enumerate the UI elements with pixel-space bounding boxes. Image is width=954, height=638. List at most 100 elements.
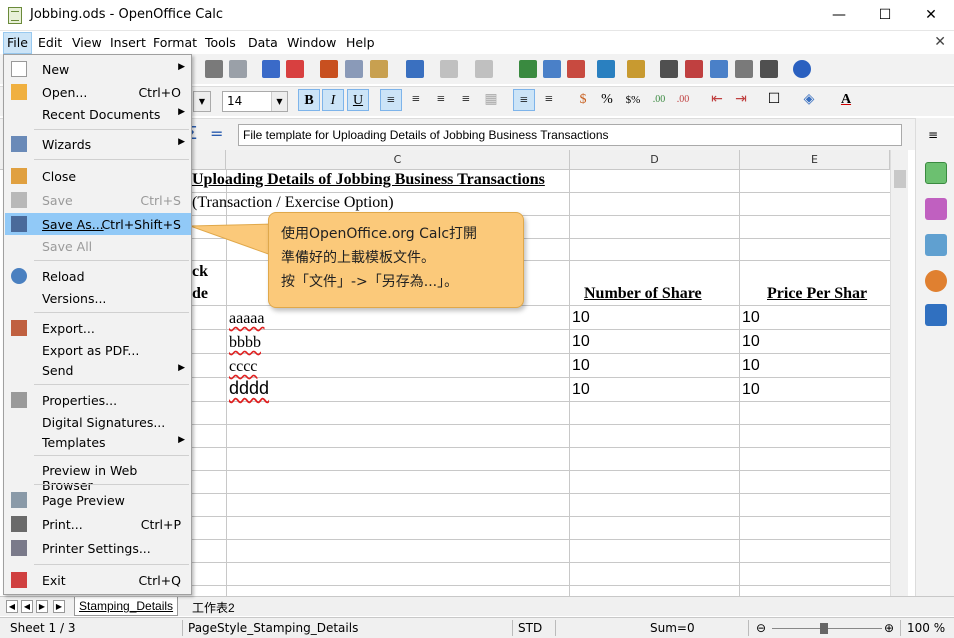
column-header-c[interactable]: C [226,150,570,170]
chart-icon[interactable] [597,60,615,78]
header-partial-cell-1[interactable]: ck [192,263,208,281]
first-sheet-icon[interactable]: ◀ [6,600,18,613]
header-partial-cell-2[interactable]: de [192,285,208,303]
underline-button[interactable]: U [347,89,369,111]
add-decimal-icon[interactable]: .00 [648,89,670,111]
sort-ascending-icon[interactable] [543,60,561,78]
zoom-in-icon[interactable]: ⊕ [884,621,894,635]
close-window-button[interactable]: ✕ [908,0,954,31]
navigator-panel-icon[interactable] [925,270,947,292]
cell-d-row3[interactable]: 10 [572,357,590,375]
find-replace-icon[interactable] [660,60,678,78]
cell-e-row4[interactable]: 10 [742,381,760,399]
menu-edit[interactable]: Edit [38,35,62,50]
menu-format[interactable]: Format [153,35,197,50]
font-name-dropdown-icon[interactable]: ▼ [193,91,211,112]
spellcheck-icon[interactable] [262,60,280,78]
justify-button[interactable]: ≡ [455,89,477,111]
menu-item-reload[interactable]: Reload [5,265,191,287]
tab-sheet2[interactable]: 工作表2 [188,597,239,616]
cell-c-row1[interactable]: aaaaa [229,310,265,328]
status-selection-mode[interactable]: STD [518,621,542,635]
menu-tools[interactable]: Tools [205,35,236,50]
navigator-icon[interactable] [519,60,537,78]
menu-item-print[interactable]: Print... Ctrl+P [5,513,191,535]
menu-insert[interactable]: Insert [110,35,146,50]
align-right-button[interactable]: ≡ [430,89,452,111]
autospellcheck-icon[interactable] [286,60,304,78]
tab-stamping-details[interactable]: Stamping_Details [74,597,179,616]
menu-item-save-all[interactable]: Save All [5,235,191,257]
print-icon[interactable] [205,60,223,78]
menu-item-exit[interactable]: Exit Ctrl+Q [5,569,191,591]
menu-item-export-pdf[interactable]: Export as PDF... [5,339,191,361]
clone-formatting-icon[interactable] [406,60,424,78]
menu-item-wizards[interactable]: Wizards ▶ [5,133,191,155]
header-number-of-share[interactable]: Number of Share [584,285,702,303]
font-size-dropdown-icon[interactable]: ▼ [271,92,287,111]
borders-icon[interactable]: ☐ [763,89,785,111]
currency-format-icon[interactable]: $ [572,89,594,111]
last-sheet-icon[interactable]: ▶ [53,600,65,613]
vertical-scrollbar[interactable] [890,150,908,596]
sheet-subtitle-cell[interactable]: (Transaction / Exercise Option) [192,194,394,212]
menu-item-new[interactable]: New ▶ [5,58,191,80]
menu-item-save-as[interactable]: Save As... Ctrl+Shift+S [5,213,191,235]
bold-button[interactable]: B [298,89,320,111]
cell-c-row4[interactable]: dddd [229,378,269,399]
menu-item-recent[interactable]: Recent Documents ▶ [5,103,191,125]
functions-panel-icon[interactable] [925,304,947,326]
menu-item-digital-signatures[interactable]: Digital Signatures... [5,411,191,433]
menu-item-send[interactable]: Send ▶ [5,359,191,381]
background-color-icon[interactable]: ◈ [798,89,820,111]
increase-indent-icon[interactable]: ⇥ [730,89,752,111]
menu-item-open[interactable]: Open... Ctrl+O [5,81,191,103]
sheet-title-cell[interactable]: Uploading Details of Jobbing Business Tr… [192,171,545,189]
menu-item-versions[interactable]: Versions... [5,287,191,309]
copy-icon[interactable] [345,60,363,78]
menu-item-export[interactable]: Export... [5,317,191,339]
merge-cells-icon[interactable]: ▦ [480,89,502,111]
column-header-e[interactable]: E [740,150,890,170]
function-icon[interactable]: = [210,124,223,143]
help-icon[interactable] [793,60,811,78]
properties-panel-icon[interactable] [925,162,947,184]
menu-file[interactable]: File [3,32,32,54]
data-sources-icon[interactable] [735,60,753,78]
zoom-out-icon[interactable]: ⊖ [756,621,766,635]
vertical-scroll-thumb[interactable] [894,170,906,188]
percent-format-icon[interactable]: % [596,89,618,111]
formula-input[interactable]: File template for Uploading Details of J… [238,124,902,146]
menu-window[interactable]: Window [287,35,336,50]
menu-item-close[interactable]: Close [5,165,191,187]
zoom-level[interactable]: 100 % [907,621,945,635]
align-center-vertical-button[interactable]: ≡ [538,89,560,111]
menu-item-preview-web[interactable]: Preview in Web Browser [5,459,191,493]
maximize-button[interactable]: ☐ [862,0,908,31]
header-price-per-share[interactable]: Price Per Shar [767,285,867,303]
cell-c-row3[interactable]: cccc [229,358,257,376]
cell-e-row2[interactable]: 10 [742,333,760,351]
menu-help[interactable]: Help [346,35,375,50]
cell-d-row1[interactable]: 10 [572,309,590,327]
sidebar-menu-icon[interactable]: ≡ [928,128,938,142]
paste-icon[interactable] [370,60,388,78]
menu-item-page-preview[interactable]: Page Preview [5,489,191,511]
cell-e-row3[interactable]: 10 [742,357,760,375]
cell-d-row4[interactable]: 10 [572,381,590,399]
delete-decimal-icon[interactable]: .00 [672,89,694,111]
font-size-field[interactable]: 14 ▼ [222,91,288,112]
gallery-panel-icon[interactable] [925,234,947,256]
italic-button[interactable]: I [322,89,344,111]
cut-icon[interactable] [320,60,338,78]
menu-view[interactable]: View [72,35,102,50]
cell-c-row2[interactable]: bbbb [229,334,261,352]
font-color-icon[interactable]: A [835,89,857,111]
align-left-button[interactable]: ≡ [380,89,402,111]
styles-panel-icon[interactable] [925,198,947,220]
align-top-button[interactable]: ≡ [513,89,535,111]
prev-sheet-icon[interactable]: ◀ [21,600,33,613]
next-sheet-icon[interactable]: ▶ [36,600,48,613]
cell-e-row1[interactable]: 10 [742,309,760,327]
draw-functions-icon[interactable] [627,60,645,78]
